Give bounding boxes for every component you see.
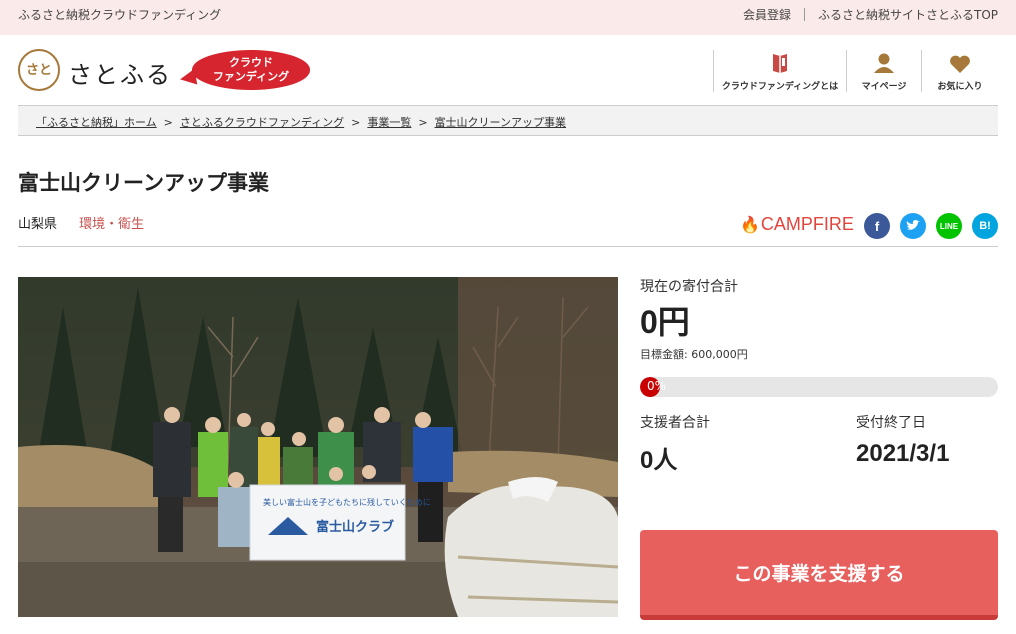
deadline-label: 受付終了日 [856, 415, 926, 431]
banner-org: 富士山クラブ [316, 519, 394, 535]
breadcrumb: 「ふるさと納税」ホーム > さとふるクラウドファンディング > 事業一覧 > 富士山クリーン… [18, 105, 998, 136]
nav-favorites[interactable]: お気に入り [921, 50, 998, 92]
goal-amount: 目標金額: 600,000円 [640, 348, 748, 361]
breadcrumb-projects[interactable]: 事業一覧 [367, 116, 411, 129]
breadcrumb-sep: > [351, 116, 361, 129]
heart-icon [950, 55, 970, 73]
site-tagline: ふるさと納税クラウドファンディング [18, 8, 222, 22]
breadcrumb-current[interactable]: 富士山クリーンアップ事業 [435, 116, 566, 129]
member-register-link[interactable]: 会員登録 [743, 6, 791, 23]
supporters-value: 0人 [640, 447, 678, 474]
hatena-bookmark-icon[interactable]: B! [972, 213, 998, 239]
progress-percent: 0% [647, 379, 667, 393]
breadcrumb-sep: > [418, 116, 428, 129]
crowdfunding-badge[interactable]: クラウド ファンディング [178, 50, 310, 90]
club-banner: 美しい富士山を子どもたちに残していくために 富士山クラブ [249, 484, 431, 561]
satofull-top-link[interactable]: ふるさと納税サイトさとふるTOP [818, 6, 998, 23]
campfire-label: CAMPFIRE [760, 214, 854, 234]
site-header: さと さとふる クラウド ファンディング クラウドファンディングとは マイページ… [0, 35, 1016, 105]
line-share-icon[interactable]: LINE [936, 213, 962, 239]
nav-favorites-label: お気に入り [937, 82, 983, 92]
badge-line2: ファンディング [212, 70, 290, 83]
total-label: 現在の寄付合計 [640, 279, 738, 295]
twitter-share-icon[interactable] [900, 213, 926, 239]
nav-about-crowdfunding[interactable]: クラウドファンディングとは [713, 50, 846, 92]
badge-line1: クラウド [229, 56, 273, 69]
twitter-bird-icon [906, 220, 920, 230]
progress-bar: 0% [640, 377, 998, 397]
link-separator [803, 8, 805, 21]
top-links: 会員登録 ふるさと納税サイトさとふるTOP [743, 6, 998, 23]
total-value: 0円 [640, 304, 690, 340]
top-bar: ふるさと納税クラウドファンディング 会員登録 ふるさと納税サイトさとふるTOP [0, 0, 1016, 35]
project-photo-svg: 美しい富士山を子どもたちに残していくために 富士山クラブ [18, 277, 618, 617]
divider [18, 246, 998, 247]
breadcrumb-home[interactable]: 「ふるさと納税」ホーム [36, 116, 157, 129]
flame-icon: 🔥 [740, 216, 760, 234]
campfire-logo[interactable]: 🔥 CAMPFIRE [740, 214, 854, 235]
nav-mypage-label: マイページ [861, 82, 907, 92]
badge-pill: クラウド ファンディング [192, 50, 310, 90]
category-link[interactable]: 環境・衛生 [79, 217, 144, 232]
supporters-label: 支援者合計 [640, 415, 710, 431]
facebook-share-icon[interactable]: f [864, 213, 890, 239]
prefecture-label: 山梨県 [18, 217, 58, 232]
banner-slogan: 美しい富士山を子どもたちに残していくために [263, 497, 431, 507]
breadcrumb-sep: > [163, 116, 173, 129]
support-project-button[interactable]: この事業を支援する [640, 530, 998, 620]
deadline-value: 2021/3/1 [856, 440, 950, 467]
book-icon [773, 54, 787, 73]
nav-mypage[interactable]: マイページ [846, 50, 921, 92]
breadcrumb-crowdfunding[interactable]: さとふるクラウドファンディング [180, 116, 344, 129]
page-title: 富士山クリーンアップ事業 [18, 171, 269, 195]
nav-about-label: クラウドファンディングとは [721, 82, 839, 92]
satofull-logo-icon[interactable]: さと [18, 49, 60, 91]
satofull-logo-text[interactable]: さとふる [68, 55, 172, 90]
user-icon [874, 53, 894, 73]
project-photo: 美しい富士山を子どもたちに残していくために 富士山クラブ [18, 277, 618, 617]
project-meta: 山梨県 環境・衛生 [18, 213, 144, 232]
